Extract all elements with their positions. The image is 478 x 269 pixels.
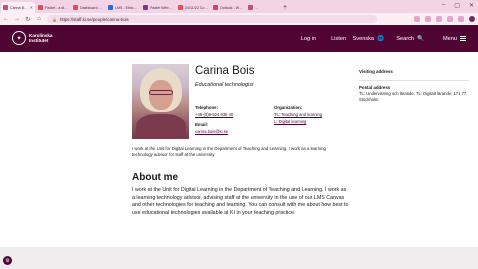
browser-tab[interactable]: Padlet - a digital bbox=[36, 2, 70, 13]
menu-button[interactable]: Menu bbox=[443, 36, 466, 42]
close-window-icon[interactable]: ✕ bbox=[469, 2, 474, 9]
ki-seal-icon: ✦ bbox=[12, 31, 26, 45]
language-label: Svenska bbox=[352, 35, 375, 42]
organization-label: Organization: bbox=[274, 105, 303, 110]
cookie-settings-icon[interactable]: ⚙ bbox=[3, 256, 12, 265]
profile-photo bbox=[132, 64, 189, 139]
logo-line-2: Institutet bbox=[29, 38, 49, 43]
visiting-address-label: Visiting address bbox=[359, 69, 393, 74]
site-favicon-icon bbox=[248, 5, 253, 10]
extension-icon[interactable] bbox=[447, 16, 453, 22]
lms-favicon-icon bbox=[108, 5, 113, 10]
browser-tab[interactable]: Outlook - Wiki... bbox=[211, 2, 245, 13]
browser-tab-strip: Carina Bois | Staff✕ Padlet - a digital … bbox=[0, 0, 478, 13]
about-heading: About me bbox=[132, 172, 179, 183]
extension-icon[interactable] bbox=[425, 16, 431, 22]
tab-label: LMS - Ethics board bbox=[115, 5, 138, 10]
ki-logo[interactable]: ✦ Karolinska Institutet bbox=[12, 31, 53, 45]
browser-tab[interactable]: ... bbox=[246, 2, 280, 13]
browser-tab[interactable]: Carina Bois | Staff✕ bbox=[1, 2, 35, 13]
browser-tab[interactable]: Padlet Website f... bbox=[141, 2, 175, 13]
listen-link[interactable]: Listen bbox=[331, 36, 346, 42]
about-text: I work at the Unit for Digital Learning … bbox=[132, 187, 349, 217]
globe-icon: 🌐 bbox=[377, 35, 384, 42]
search-button[interactable]: Search 🔍 bbox=[396, 36, 424, 42]
tab-label: Padlet Website f... bbox=[150, 5, 173, 10]
extension-icon[interactable] bbox=[414, 16, 420, 22]
close-tab-icon[interactable]: ✕ bbox=[30, 5, 33, 10]
telephone-link[interactable]: +46-(0)8-524 836 40 bbox=[195, 112, 233, 117]
header-nav: Log in Listen Svenska 🌐 Search 🔍 Menu bbox=[276, 25, 466, 52]
url-text: https://staff.ki.se/people/carina-bois bbox=[59, 16, 129, 22]
footer-band bbox=[0, 247, 478, 269]
minimize-icon[interactable]: – bbox=[442, 2, 445, 9]
home-icon[interactable]: ⌂ bbox=[36, 16, 42, 22]
email-link[interactable]: carina.bois@ki.se bbox=[195, 129, 228, 134]
new-tab-button[interactable]: + bbox=[283, 2, 287, 13]
lock-icon: 🔒 bbox=[52, 16, 57, 22]
padlet-favicon-icon bbox=[73, 5, 78, 10]
maximize-icon[interactable]: ▢ bbox=[454, 2, 460, 9]
login-link[interactable]: Log in bbox=[301, 36, 316, 42]
tab-label: Outlook - Wiki... bbox=[220, 5, 243, 10]
address-bar: ← → ↻ ⌂ 🔒 https://staff.ki.se/people/car… bbox=[0, 13, 478, 25]
organization-link-digital[interactable]: L: Digital learning bbox=[274, 119, 306, 124]
padlet-favicon-icon bbox=[38, 5, 43, 10]
extension-icon[interactable] bbox=[436, 16, 442, 22]
short-bio: I work at the Unit for Digital Learning … bbox=[132, 146, 326, 157]
extensions-area bbox=[414, 16, 475, 22]
browser-tab[interactable]: 24/11/22 Community bbox=[176, 2, 210, 13]
ki-favicon-icon bbox=[3, 5, 8, 10]
organization-link-teaching[interactable]: TL: Teaching and learning bbox=[274, 112, 322, 117]
window-controls: – ▢ ✕ bbox=[442, 2, 474, 9]
forward-icon[interactable]: → bbox=[14, 16, 20, 22]
site-favicon-icon bbox=[213, 5, 218, 10]
divider bbox=[359, 80, 469, 81]
tab-label: Carina Bois | Staff bbox=[10, 5, 28, 10]
site-favicon-icon bbox=[178, 5, 183, 10]
email-label: Email: bbox=[195, 122, 209, 127]
telephone-label: Telephone: bbox=[195, 105, 219, 110]
tab-label: Dashboard | Padlet bbox=[80, 5, 103, 10]
postal-address-label: Postal address bbox=[359, 85, 391, 90]
profile-avatar-icon[interactable] bbox=[469, 16, 475, 22]
site-favicon-icon bbox=[143, 5, 148, 10]
person-name: Carina Bois bbox=[195, 65, 255, 77]
site-header: ✦ Karolinska Institutet Log in Listen Sv… bbox=[0, 25, 478, 52]
tab-label: ... bbox=[255, 5, 258, 10]
postal-address: TL: Undervisning och lärande, TL: Digita… bbox=[359, 91, 467, 102]
tab-label: Padlet - a digital bbox=[45, 5, 68, 10]
browser-tab[interactable]: LMS - Ethics board bbox=[106, 2, 140, 13]
person-title: Educational technologist bbox=[195, 82, 254, 88]
search-icon: 🔍 bbox=[417, 35, 424, 42]
browser-tab[interactable]: Dashboard | Padlet bbox=[71, 2, 105, 13]
address-sidebar: Visiting address Postal address TL: Unde… bbox=[359, 69, 469, 103]
language-link[interactable]: Svenska 🌐 bbox=[353, 36, 384, 42]
extension-icon[interactable] bbox=[458, 16, 464, 22]
url-field[interactable]: 🔒 https://staff.ki.se/people/carina-bois bbox=[47, 15, 377, 23]
hamburger-icon bbox=[460, 36, 466, 41]
back-icon[interactable]: ← bbox=[3, 16, 9, 22]
search-label: Search bbox=[396, 35, 415, 42]
tab-label: 24/11/22 Community bbox=[185, 5, 208, 10]
logo-text: Karolinska Institutet bbox=[29, 33, 53, 43]
menu-label: Menu bbox=[443, 35, 457, 42]
reload-icon[interactable]: ↻ bbox=[25, 16, 31, 23]
